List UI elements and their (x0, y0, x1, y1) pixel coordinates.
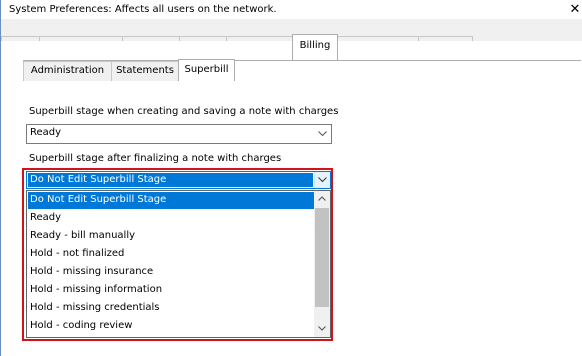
chevron-down-icon[interactable] (314, 172, 330, 188)
stage-on-finalize-select[interactable]: Do Not Edit Superbill Stage (26, 171, 331, 189)
dropdown-option[interactable]: Hold - coding review (28, 318, 316, 335)
dropdown-option[interactable]: Hold - missing information (28, 282, 316, 299)
scroll-down-arrow-icon[interactable] (314, 321, 330, 337)
scrollbar-thumb[interactable] (315, 208, 329, 307)
main-tab-bar: Basic Colors & Font Schedule Special Cli… (1, 19, 582, 60)
title-bar: System Preferences: Affects all users on… (1, 0, 582, 20)
dropdown-scrollbar[interactable] (314, 191, 330, 337)
system-preferences-window: System Preferences: Affects all users on… (0, 0, 582, 356)
subtab-statements[interactable]: Statements (111, 61, 179, 81)
dropdown-option[interactable]: Ready (28, 210, 316, 227)
subtab-superbill[interactable]: Superbill (178, 59, 235, 81)
dropdown-option[interactable]: Hold - missing insurance (28, 264, 316, 281)
stage-on-save-value: Ready (30, 127, 62, 138)
stage-on-save-select[interactable]: Ready (26, 124, 332, 144)
stage-dropdown-list: Do Not Edit Superbill Stage Ready Ready … (26, 190, 331, 338)
dropdown-option[interactable]: Hold - not finalized (28, 246, 316, 263)
stage-on-finalize-label: Superbill stage after finalizing a note … (29, 153, 282, 164)
stage-on-save-label: Superbill stage when creating and saving… (29, 106, 339, 117)
scroll-up-arrow-icon[interactable] (314, 191, 330, 207)
dropdown-option[interactable]: Hold - missing credentials (28, 300, 316, 317)
close-icon[interactable]: ✕ (567, 1, 582, 19)
dropdown-option[interactable]: Ready - bill manually (28, 228, 316, 245)
tab-billing[interactable]: Billing (292, 34, 338, 60)
subtab-divider (23, 60, 581, 61)
subtab-administration[interactable]: Administration (23, 61, 112, 81)
chevron-down-icon[interactable] (315, 125, 329, 143)
dropdown-option[interactable]: Do Not Edit Superbill Stage (28, 192, 316, 209)
window-title: System Preferences: Affects all users on… (9, 4, 277, 15)
stage-on-finalize-value: Do Not Edit Superbill Stage (28, 173, 313, 187)
